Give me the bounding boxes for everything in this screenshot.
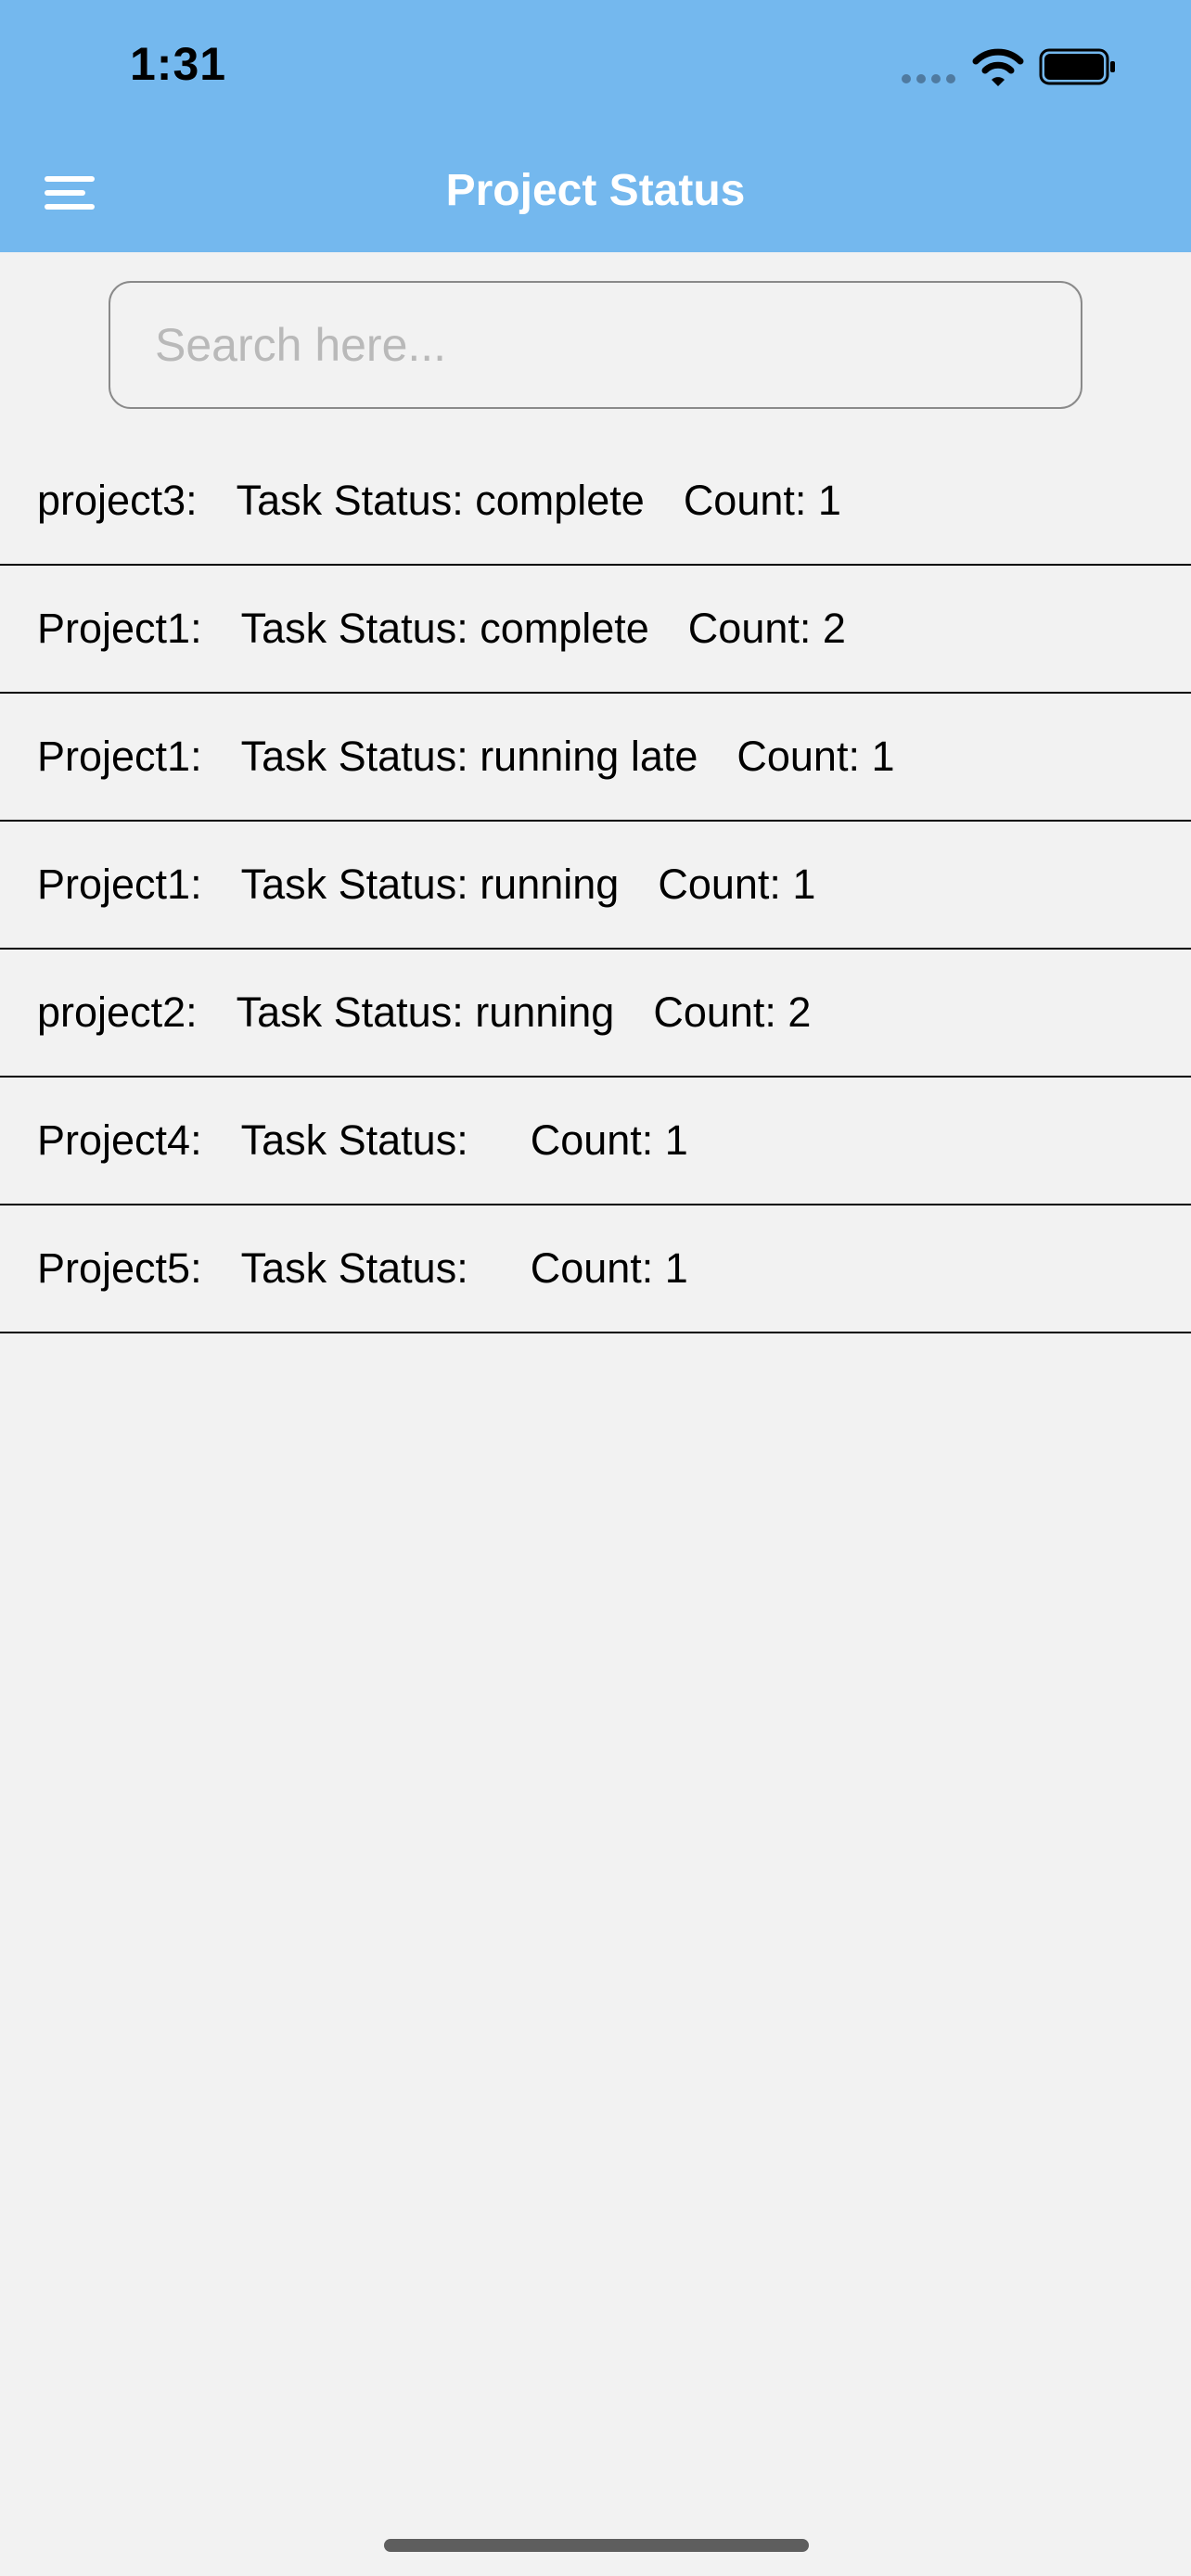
list-item[interactable]: Project4: Task Status: Count: 1 bbox=[0, 1078, 1191, 1205]
wifi-icon bbox=[972, 48, 1024, 86]
project-name: project2: bbox=[37, 988, 198, 1036]
page-title: Project Status bbox=[445, 166, 746, 215]
list-item[interactable]: Project1: Task Status: running Count: 1 bbox=[0, 822, 1191, 950]
project-name: Project1: bbox=[37, 861, 202, 908]
project-status-list: project3: Task Status: complete Count: 1… bbox=[0, 438, 1191, 1333]
list-item[interactable]: Project1: Task Status: complete Count: 2 bbox=[0, 566, 1191, 694]
app-header: 1:31 Project Status bbox=[0, 0, 1191, 252]
task-status: Task Status: bbox=[240, 1116, 492, 1164]
task-count: Count: 1 bbox=[658, 861, 816, 908]
project-name: Project1: bbox=[37, 733, 202, 780]
task-count: Count: 1 bbox=[530, 1116, 688, 1164]
search-box bbox=[109, 281, 1082, 409]
task-status: Task Status: running bbox=[240, 861, 620, 908]
task-status: Task Status: complete bbox=[240, 605, 649, 652]
task-status: Task Status: bbox=[240, 1244, 492, 1292]
task-status: Task Status: running bbox=[236, 988, 615, 1036]
home-indicator[interactable] bbox=[384, 2539, 809, 2552]
project-name: Project1: bbox=[37, 605, 202, 652]
list-item[interactable]: Project1: Task Status: running late Coun… bbox=[0, 694, 1191, 822]
task-status: Task Status: running late bbox=[240, 733, 698, 780]
list-item[interactable]: project2: Task Status: running Count: 2 bbox=[0, 950, 1191, 1078]
list-item[interactable]: Project5: Task Status: Count: 1 bbox=[0, 1205, 1191, 1333]
task-count: Count: 1 bbox=[736, 733, 895, 780]
task-count: Count: 1 bbox=[683, 477, 841, 524]
task-count: Count: 1 bbox=[530, 1244, 688, 1292]
task-count: Count: 2 bbox=[687, 605, 846, 652]
search-input[interactable] bbox=[110, 283, 1081, 407]
list-item[interactable]: project3: Task Status: complete Count: 1 bbox=[0, 438, 1191, 566]
project-name: Project5: bbox=[37, 1244, 202, 1292]
project-name: project3: bbox=[37, 477, 198, 524]
battery-icon bbox=[1039, 48, 1115, 85]
task-status: Task Status: complete bbox=[236, 477, 645, 524]
task-count: Count: 2 bbox=[653, 988, 812, 1036]
cellular-signal-icon bbox=[902, 74, 955, 83]
status-bar-time: 1:31 bbox=[130, 38, 227, 90]
project-name: Project4: bbox=[37, 1116, 202, 1164]
